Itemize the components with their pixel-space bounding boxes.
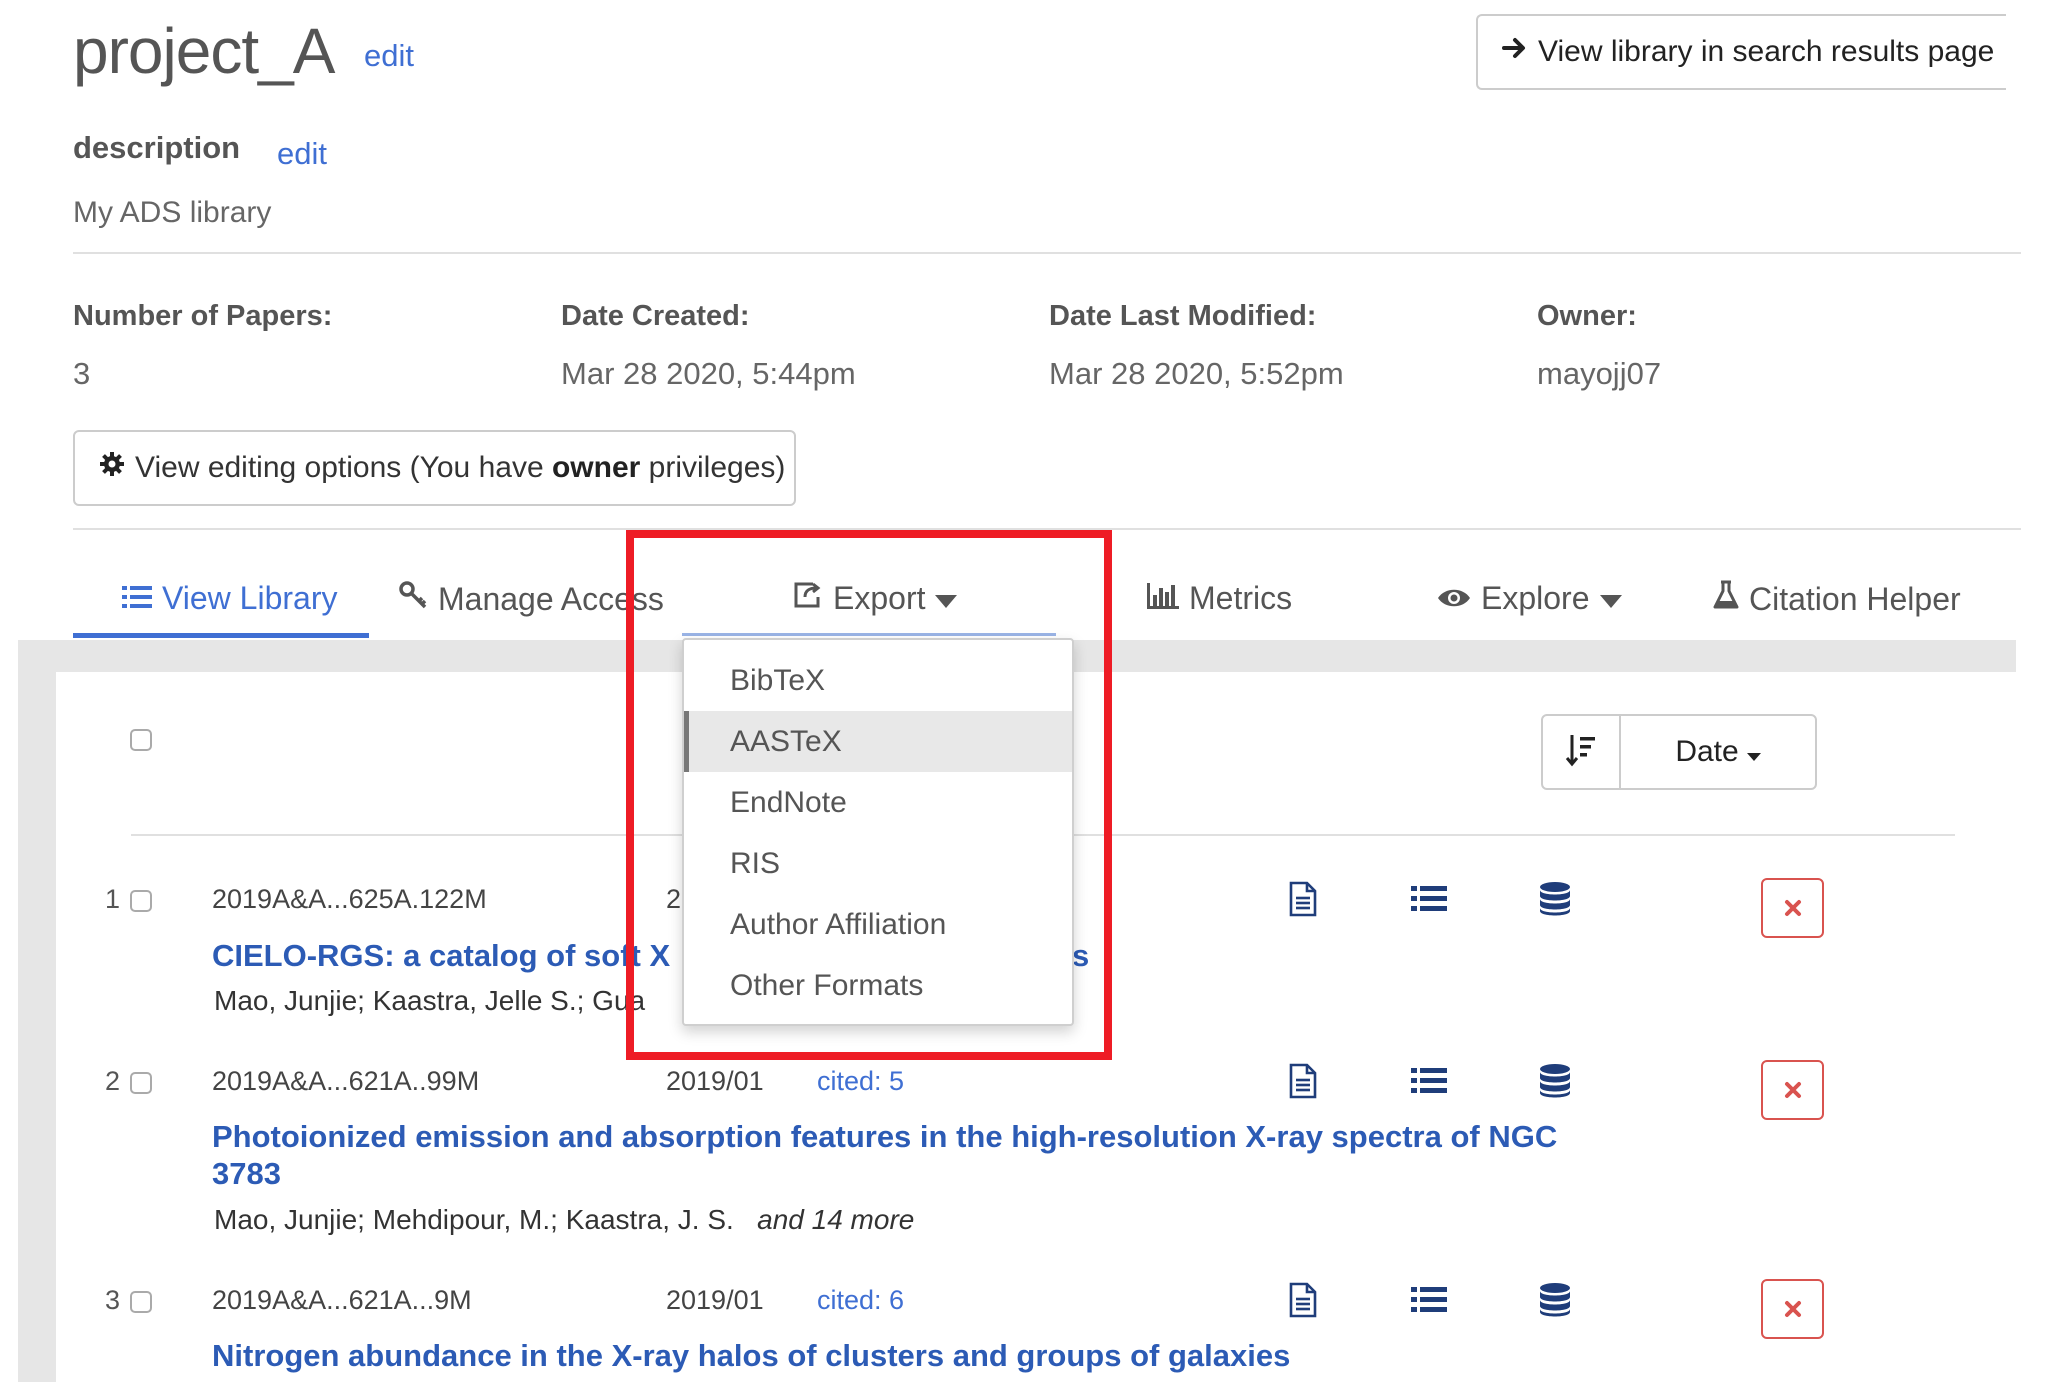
tab-citation-helper[interactable]: Citation Helper	[1713, 580, 1961, 618]
sort-field-label: Date	[1675, 735, 1739, 768]
key-icon	[398, 580, 428, 618]
citation-count-link[interactable]: cited: 6	[817, 1285, 904, 1316]
date-modified-value: Mar 28 2020, 5:52pm	[1049, 356, 1344, 391]
flask-icon	[1713, 580, 1739, 618]
author-list: Mao, Junjie; Mehdipour, M.; Kaastra, J. …	[214, 1204, 915, 1235]
tab-metrics[interactable]: Metrics	[1147, 580, 1292, 617]
data-products-icon[interactable]	[1535, 1061, 1575, 1101]
close-icon	[1784, 893, 1802, 924]
title-edit-link[interactable]: edit	[364, 38, 414, 74]
tab-metrics-label: Metrics	[1189, 580, 1293, 616]
owner-label: Owner:	[1537, 300, 1637, 332]
full-text-sources-icon[interactable]	[1283, 1280, 1323, 1320]
select-all-checkbox[interactable]	[130, 729, 152, 751]
description-label: description	[73, 130, 241, 165]
bibcode: 2019A&A...621A...9M	[212, 1285, 472, 1315]
export-endnote[interactable]: EndNote	[684, 772, 1072, 833]
tab-export[interactable]: Export	[793, 580, 958, 617]
paper-title-link[interactable]: CIELO-RGS: a catalog of soft X	[212, 937, 670, 974]
export-author-affiliation[interactable]: Author Affiliation	[684, 894, 1072, 955]
tab-export-label: Export	[833, 580, 926, 616]
row-number: 2	[105, 1066, 121, 1096]
export-dropdown-menu: BibTeX AASTeX EndNote RIS Author Affilia…	[682, 638, 1074, 1026]
tab-view-library[interactable]: View Library	[122, 580, 337, 617]
pub-date: 2019/01	[666, 1285, 764, 1315]
caret-down-icon	[935, 580, 958, 617]
row-checkbox[interactable]	[130, 890, 152, 912]
papers-count-label: Number of Papers:	[73, 300, 333, 332]
author-list: Mao, Junjie; Kaastra, Jelle S.; Gua	[214, 985, 646, 1016]
view-in-search-results-label: View library in search results page	[1538, 35, 1995, 68]
view-in-search-results-button[interactable]: View library in search results page	[1476, 14, 2006, 90]
owner-value: mayojj07	[1537, 356, 1662, 391]
remove-paper-button[interactable]	[1761, 1060, 1824, 1120]
export-tab-indicator	[682, 633, 1056, 636]
references-list-icon[interactable]	[1409, 1280, 1449, 1320]
tab-manage-access-label: Manage Access	[438, 580, 664, 617]
view-editing-options-button[interactable]: View editing options (You have owner pri…	[73, 430, 796, 506]
remove-paper-button[interactable]	[1761, 1279, 1824, 1339]
full-text-sources-icon[interactable]	[1283, 879, 1323, 919]
list-icon	[122, 580, 152, 617]
tab-explore[interactable]: Explore	[1437, 580, 1622, 617]
sort-field-dropdown[interactable]: Date	[1621, 716, 1815, 788]
export-aastex[interactable]: AASTeX	[684, 711, 1072, 772]
close-icon	[1784, 1075, 1802, 1106]
date-modified-label: Date Last Modified:	[1049, 300, 1317, 332]
pub-date: 2019/01	[666, 1066, 764, 1096]
references-list-icon[interactable]	[1409, 1061, 1449, 1101]
date-created-value: Mar 28 2020, 5:44pm	[561, 356, 856, 391]
sort-control: Date	[1541, 714, 1817, 790]
row-checkbox[interactable]	[130, 1072, 152, 1094]
export-bibtex[interactable]: BibTeX	[684, 650, 1072, 711]
active-tab-indicator	[73, 633, 369, 638]
paper-title-link[interactable]: Photoionized emission and absorption fea…	[212, 1118, 1612, 1192]
gear-icon	[99, 451, 125, 485]
bar-chart-icon	[1147, 580, 1179, 617]
eye-icon	[1437, 580, 1471, 617]
caret-down-icon	[1599, 580, 1622, 617]
row-number: 3	[105, 1285, 121, 1315]
arrow-right-icon	[1502, 35, 1528, 69]
share-icon	[793, 580, 823, 617]
remove-paper-button[interactable]	[1761, 878, 1824, 938]
divider	[73, 252, 2021, 254]
tab-citation-helper-label: Citation Helper	[1749, 580, 1961, 617]
references-list-icon[interactable]	[1409, 879, 1449, 919]
paper-title-link-tail[interactable]: s	[1072, 937, 1089, 974]
row-number: 1	[105, 884, 121, 914]
more-authors: and 14 more	[757, 1204, 915, 1235]
bibcode: 2019A&A...625A.122M	[212, 884, 487, 914]
bibcode: 2019A&A...621A..99M	[212, 1066, 480, 1096]
description-edit-link[interactable]: edit	[277, 136, 327, 172]
close-icon	[1784, 1294, 1802, 1325]
citation-count-link[interactable]: cited: 5	[817, 1066, 904, 1097]
caret-down-icon	[1746, 735, 1761, 769]
data-products-icon[interactable]	[1535, 879, 1575, 919]
data-products-icon[interactable]	[1535, 1280, 1575, 1320]
export-other-formats[interactable]: Other Formats	[684, 955, 1072, 1016]
library-title: project_A	[73, 15, 335, 87]
tab-explore-label: Explore	[1481, 580, 1590, 616]
row-checkbox[interactable]	[130, 1291, 152, 1313]
description-text: My ADS library	[73, 196, 272, 229]
full-text-sources-icon[interactable]	[1283, 1061, 1323, 1101]
editing-options-label: View editing options (You have owner pri…	[135, 451, 786, 484]
tab-view-library-label: View Library	[162, 580, 338, 616]
date-created-label: Date Created:	[561, 300, 750, 332]
sort-direction-button[interactable]	[1543, 716, 1621, 788]
tab-manage-access[interactable]: Manage Access	[398, 580, 664, 618]
sort-icon	[1565, 733, 1597, 772]
papers-count-value: 3	[73, 356, 91, 391]
paper-title-link[interactable]: Nitrogen abundance in the X-ray halos of…	[212, 1337, 1290, 1374]
divider	[73, 528, 2021, 530]
export-ris[interactable]: RIS	[684, 833, 1072, 894]
